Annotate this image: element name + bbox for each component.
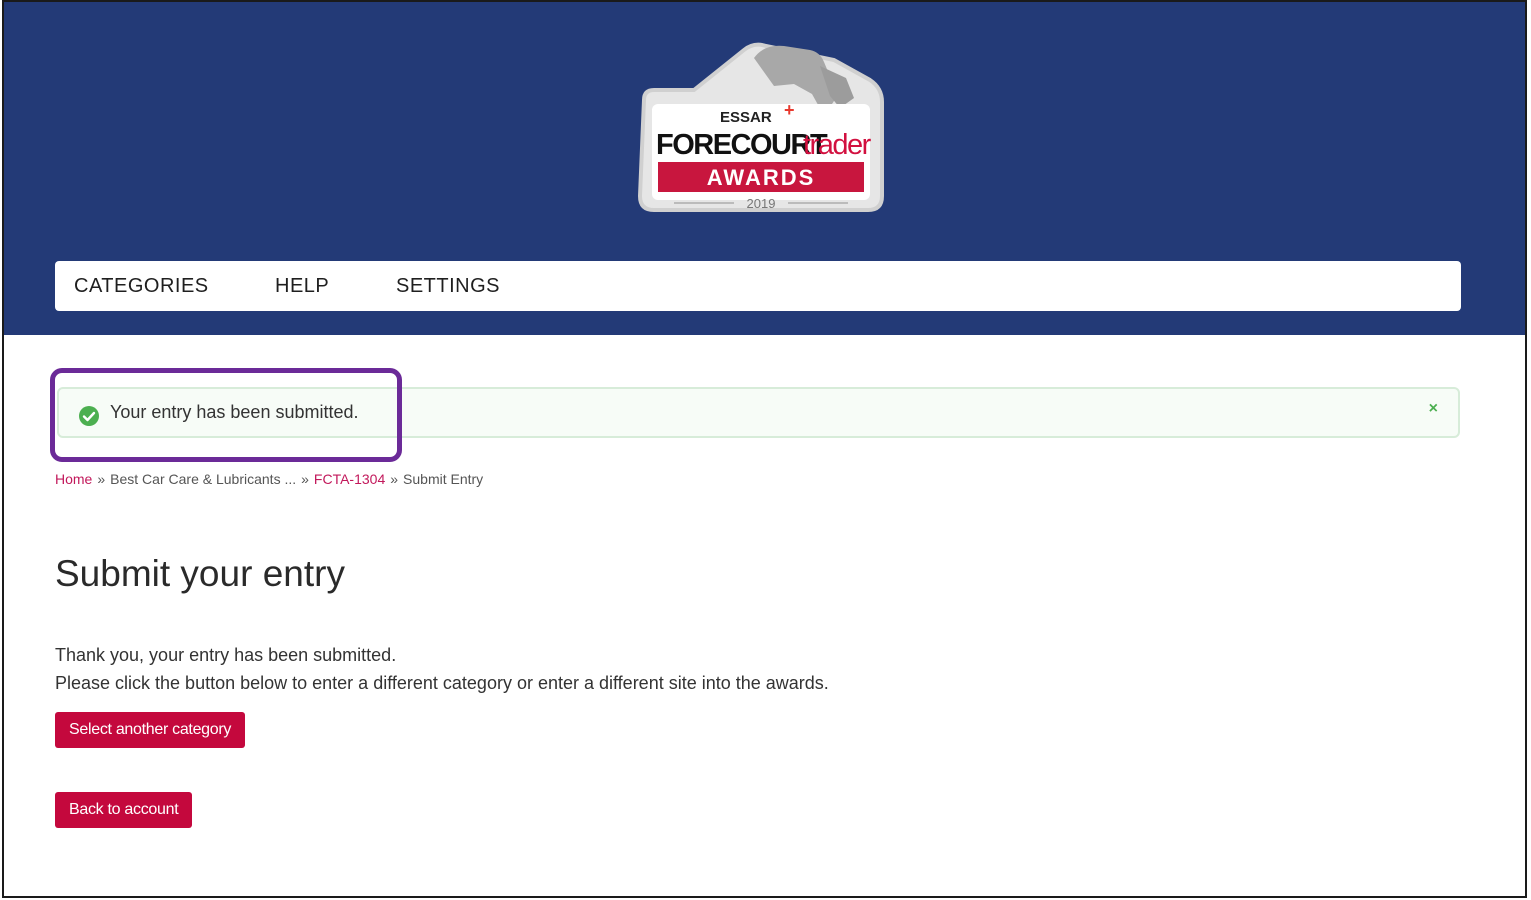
- select-another-category-button[interactable]: Select another category: [55, 712, 246, 748]
- confirmation-text: Thank you, your entry has been submitted…: [55, 641, 829, 697]
- page-title: Submit your entry: [55, 553, 345, 594]
- svg-text:2019: 2019: [747, 196, 776, 211]
- confirmation-line-1: Thank you, your entry has been submitted…: [55, 645, 397, 665]
- success-alert: Your entry has been submitted. ×: [57, 387, 1460, 438]
- nav-item-categories[interactable]: CATEGORIES: [74, 275, 209, 298]
- svg-text:+: +: [784, 100, 795, 120]
- back-to-account-button[interactable]: Back to account: [55, 792, 193, 828]
- confirmation-line-2: Please click the button below to enter a…: [55, 673, 829, 693]
- awards-logo[interactable]: ESSAR + FORECOURT trader AWARDS 2019: [634, 38, 888, 218]
- breadcrumb-separator: »: [390, 471, 399, 487]
- close-icon[interactable]: ×: [1429, 400, 1438, 418]
- main-nav: CATEGORIES HELP SETTINGS: [55, 261, 1461, 311]
- check-circle-icon: [79, 406, 99, 426]
- breadcrumb-separator: »: [97, 471, 106, 487]
- svg-text:AWARDS: AWARDS: [707, 165, 816, 190]
- breadcrumb-current: Submit Entry: [403, 471, 484, 487]
- breadcrumb-home[interactable]: Home: [55, 471, 92, 487]
- svg-text:trader: trader: [803, 129, 872, 161]
- browser-frame: ESSAR + FORECOURT trader AWARDS 2019 CAT…: [2, 0, 1527, 898]
- svg-text:ESSAR: ESSAR: [720, 109, 772, 126]
- breadcrumb-entry[interactable]: FCTA-1304: [314, 471, 385, 487]
- breadcrumb-category: Best Car Care & Lubricants ...: [110, 471, 297, 487]
- alert-message: Your entry has been submitted.: [110, 402, 359, 422]
- site-header: ESSAR + FORECOURT trader AWARDS 2019 CAT…: [4, 2, 1525, 335]
- nav-item-settings[interactable]: SETTINGS: [396, 275, 500, 298]
- nav-item-help[interactable]: HELP: [275, 275, 329, 298]
- breadcrumb: Home» Best Car Care & Lubricants ...» FCTA…: [55, 471, 483, 487]
- forecourt-trader-logo-icon: ESSAR + FORECOURT trader AWARDS 2019: [637, 42, 884, 212]
- breadcrumb-separator: »: [301, 471, 309, 487]
